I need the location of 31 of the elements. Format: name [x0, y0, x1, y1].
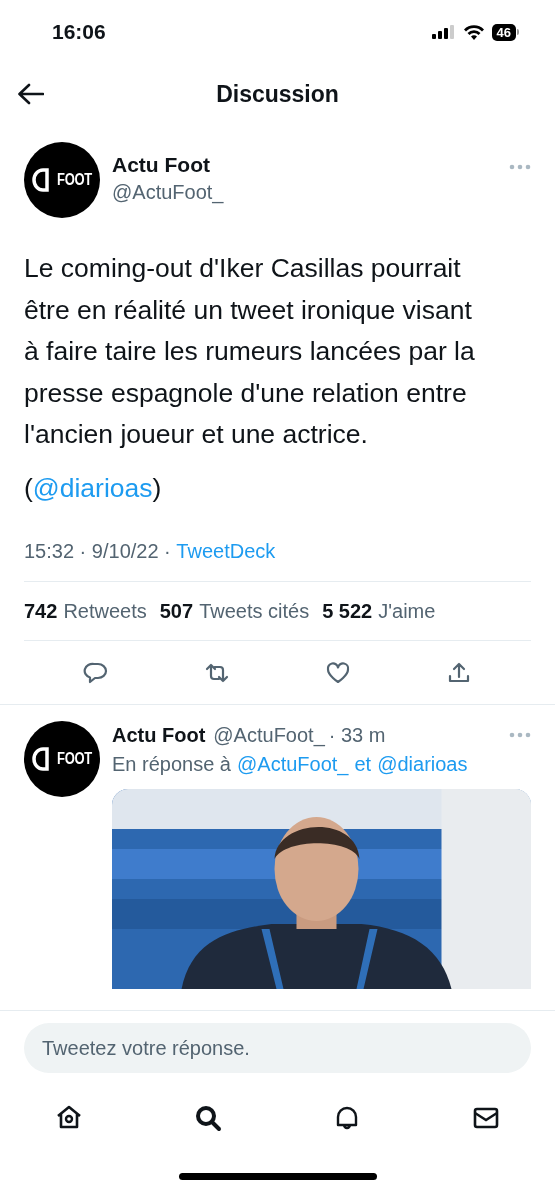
reply-icon[interactable]: [83, 660, 110, 685]
stat-count[interactable]: 5 522: [322, 596, 373, 626]
status-time: 16:06: [52, 19, 106, 46]
stat-count[interactable]: 742: [24, 596, 58, 626]
conjunction: et: [354, 752, 372, 777]
tweet-age: · 33 m: [328, 723, 386, 748]
author-name[interactable]: Actu Foot: [112, 152, 224, 178]
back-arrow-icon[interactable]: [17, 83, 44, 105]
page-title: Discussion: [216, 79, 339, 109]
parenthesis: ): [152, 471, 162, 505]
avatar[interactable]: FOOT: [24, 721, 100, 797]
author-name[interactable]: Actu Foot: [112, 721, 206, 749]
search-icon[interactable]: [193, 1103, 223, 1133]
stat-label[interactable]: J'aime: [378, 596, 436, 626]
tweet-timestamp: 15:32 · 9/10/22 ·: [24, 539, 172, 564]
logo-text: FOOT: [57, 169, 92, 192]
battery-icon: 46: [491, 23, 519, 41]
parenthesis: (: [24, 471, 33, 505]
stat-label[interactable]: Retweets: [63, 596, 147, 626]
author-handle[interactable]: @ActuFoot_: [213, 721, 325, 749]
reply-context: En réponse à: [112, 752, 231, 777]
heart-icon[interactable]: [324, 660, 351, 685]
reply-field[interactable]: Tweetez votre réponse.: [24, 1023, 531, 1073]
avatar[interactable]: FOOT: [24, 142, 100, 218]
signal-icon: [431, 25, 456, 39]
stat-label[interactable]: Tweets cités: [199, 596, 310, 626]
author-handle[interactable]: @ActuFoot_: [112, 178, 224, 206]
stat-count[interactable]: 507: [159, 596, 194, 626]
logo-text: FOOT: [57, 748, 92, 771]
wifi-icon: [462, 24, 485, 40]
tweet-text: Le coming-out d'Iker Casillas pourrait être en réalité un tweet ironique visant à faire taire les rumeurs lancées par la presse espagnole d'une relation entre l'ancien joueur et une actrice.: [24, 252, 476, 451]
